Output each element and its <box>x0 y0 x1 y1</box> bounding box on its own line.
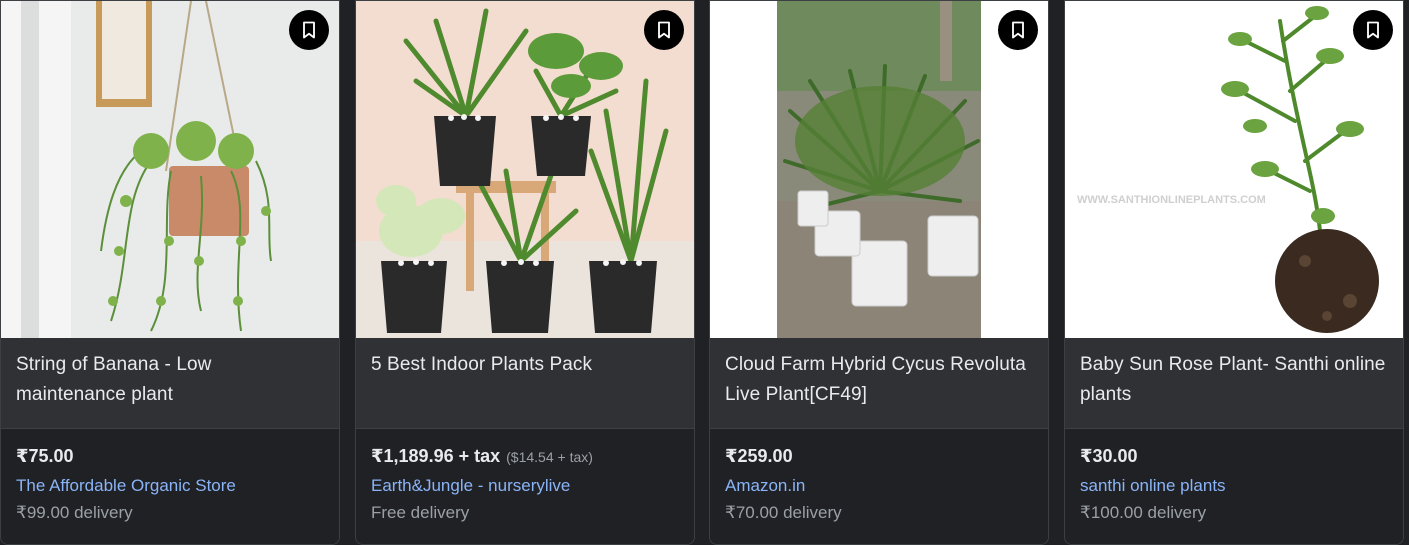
product-title[interactable]: Cloud Farm Hybrid Cycus Revoluta Live Pl… <box>725 350 1032 410</box>
image-watermark: WWW.SANTHIONLINEPLANTS.COM <box>1077 194 1266 206</box>
bookmark-icon <box>1012 21 1024 39</box>
store-link[interactable]: Amazon.in <box>725 476 1032 496</box>
product-title[interactable]: Baby Sun Rose Plant- Santhi online plant… <box>1080 350 1387 410</box>
product-price: ₹75.00 <box>16 446 74 466</box>
product-card[interactable]: String of Banana - Low maintenance plant… <box>0 0 340 545</box>
store-link[interactable]: Earth&Jungle - nurserylive <box>371 476 678 496</box>
product-price: ₹1,189.96 + tax <box>371 446 501 466</box>
product-price: ₹30.00 <box>1080 446 1138 466</box>
product-image[interactable]: WWW.SANTHIONLINEPLANTS.COM <box>1065 1 1403 338</box>
bookmark-icon <box>658 21 670 39</box>
store-link[interactable]: santhi online plants <box>1080 476 1387 496</box>
product-title[interactable]: 5 Best Indoor Plants Pack <box>371 350 678 380</box>
product-info: ₹75.00 The Affordable Organic Store ₹99.… <box>1 429 339 544</box>
store-link[interactable]: The Affordable Organic Store <box>16 476 323 496</box>
delivery-info: ₹100.00 delivery <box>1080 503 1207 522</box>
product-title-area: Cloud Farm Hybrid Cycus Revoluta Live Pl… <box>710 338 1048 429</box>
product-image[interactable] <box>710 1 1048 338</box>
product-title-area: Baby Sun Rose Plant- Santhi online plant… <box>1065 338 1403 429</box>
price-line: ₹30.00 <box>1080 446 1387 470</box>
product-info: ₹30.00 santhi online plants ₹100.00 deli… <box>1065 429 1403 544</box>
product-card[interactable]: Cloud Farm Hybrid Cycus Revoluta Live Pl… <box>709 0 1049 545</box>
save-button[interactable] <box>644 10 684 50</box>
delivery-info: Free delivery <box>371 503 470 522</box>
product-card[interactable]: 5 Best Indoor Plants Pack ₹1,189.96 + ta… <box>355 0 695 545</box>
delivery-info: ₹70.00 delivery <box>725 503 842 522</box>
product-info: ₹1,189.96 + tax ($14.54 + tax) Earth&Jun… <box>356 429 694 544</box>
product-title-area: 5 Best Indoor Plants Pack <box>356 338 694 429</box>
save-button[interactable] <box>289 10 329 50</box>
price-line: ₹75.00 <box>16 446 323 470</box>
product-carousel: String of Banana - Low maintenance plant… <box>0 0 1409 545</box>
product-image[interactable] <box>1 1 339 338</box>
save-button[interactable] <box>998 10 1038 50</box>
product-price: ₹259.00 <box>725 446 793 466</box>
product-info: ₹259.00 Amazon.in ₹70.00 delivery <box>710 429 1048 544</box>
delivery-info: ₹99.00 delivery <box>16 503 133 522</box>
product-title-area: String of Banana - Low maintenance plant <box>1 338 339 429</box>
bookmark-icon <box>303 21 315 39</box>
tax-note: ($14.54 + tax) <box>506 449 593 465</box>
product-image[interactable] <box>356 1 694 338</box>
save-button[interactable] <box>1353 10 1393 50</box>
bookmark-icon <box>1367 21 1379 39</box>
product-title[interactable]: String of Banana - Low maintenance plant <box>16 350 323 410</box>
product-card[interactable]: WWW.SANTHIONLINEPLANTS.COM Baby Sun Rose… <box>1064 0 1404 545</box>
price-line: ₹1,189.96 + tax ($14.54 + tax) <box>371 446 678 470</box>
price-line: ₹259.00 <box>725 446 1032 470</box>
